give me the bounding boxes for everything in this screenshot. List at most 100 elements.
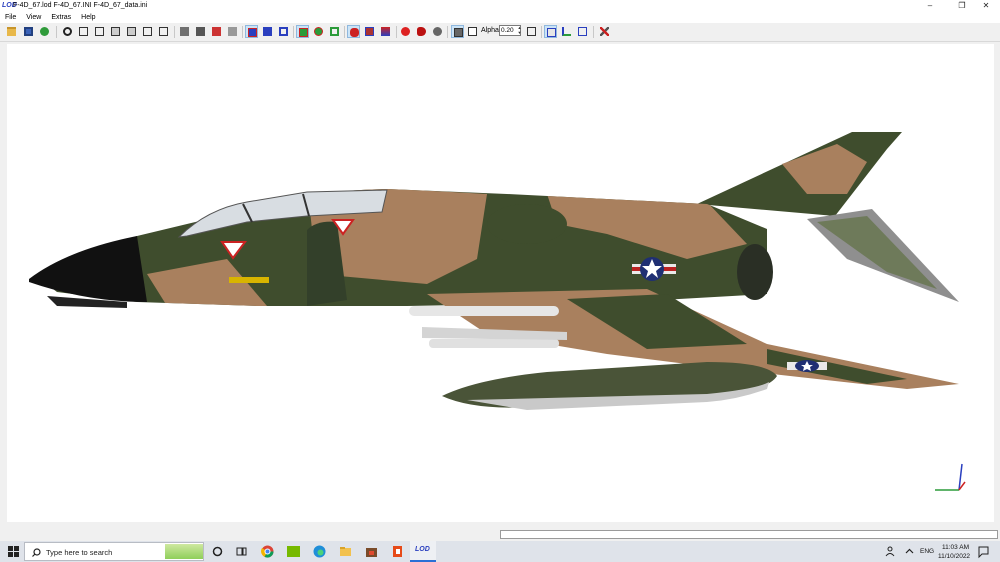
solid-dark-button[interactable] bbox=[194, 25, 207, 38]
green-cube-icon bbox=[314, 27, 323, 36]
view-bottom-button[interactable] bbox=[157, 25, 170, 38]
window-title: F-4D_67.lod F-4D_67.INI F-4D_67_data.ini bbox=[13, 2, 148, 9]
transparent-cube-button[interactable] bbox=[544, 25, 557, 38]
red-shape-2-button[interactable] bbox=[415, 25, 428, 38]
red-object-2-button[interactable] bbox=[363, 25, 376, 38]
toolbar-separator bbox=[56, 26, 57, 38]
wireframe-cube-icon bbox=[159, 27, 168, 36]
view-back-button[interactable] bbox=[93, 25, 106, 38]
blue-mode-1-button[interactable] bbox=[245, 25, 258, 38]
alpha-spinner[interactable]: ▲ ▼ bbox=[517, 25, 522, 36]
office-icon[interactable] bbox=[390, 544, 405, 559]
red-shape-icon bbox=[417, 27, 426, 36]
transparent-cube-icon bbox=[547, 28, 556, 37]
view-top-button[interactable] bbox=[141, 25, 154, 38]
close-button[interactable]: ✕ bbox=[972, 0, 1000, 12]
toolbar-separator bbox=[541, 26, 542, 38]
menu-help[interactable]: Help bbox=[76, 12, 100, 21]
minimize-button[interactable]: – bbox=[916, 0, 944, 12]
texture-icon bbox=[40, 27, 49, 36]
wireframe-cube-icon bbox=[79, 27, 88, 36]
toolbar-separator bbox=[242, 26, 243, 38]
clock-time[interactable]: 11:03 AM bbox=[942, 544, 969, 551]
green-mode-1-button[interactable] bbox=[296, 25, 309, 38]
solid-gray-button[interactable] bbox=[178, 25, 191, 38]
zoom-icon bbox=[63, 27, 72, 36]
menu-file[interactable]: File bbox=[0, 12, 21, 21]
solid-cube-icon bbox=[196, 27, 205, 36]
white-cube-button[interactable] bbox=[466, 25, 479, 38]
save-button[interactable] bbox=[22, 25, 35, 38]
lod-app-taskbar-button[interactable]: LOD bbox=[410, 541, 436, 562]
file-explorer-icon[interactable] bbox=[338, 544, 353, 559]
wireframe-cube-icon bbox=[95, 27, 104, 36]
settings-tools-button[interactable] bbox=[598, 25, 611, 38]
gray-shape-icon bbox=[433, 27, 442, 36]
spin-down-icon[interactable]: ▼ bbox=[517, 30, 522, 35]
menu-extras[interactable]: Extras bbox=[46, 12, 76, 21]
task-view-icon[interactable] bbox=[234, 544, 249, 559]
cube-arrow-icon bbox=[578, 27, 587, 36]
wireframe-cube-icon bbox=[111, 27, 120, 36]
store-icon[interactable] bbox=[364, 544, 379, 559]
toolbar-separator bbox=[593, 26, 594, 38]
nose-cone bbox=[29, 236, 147, 302]
normals-button[interactable] bbox=[576, 25, 589, 38]
solid-red-button[interactable] bbox=[210, 25, 223, 38]
red-shape-1-button[interactable] bbox=[399, 25, 412, 38]
red-object-3-button[interactable] bbox=[379, 25, 392, 38]
axes-button[interactable] bbox=[560, 25, 573, 38]
blue-mode-2-button[interactable] bbox=[261, 25, 274, 38]
taskbar: Type here to search LOD ENG 11:03 AM 11/… bbox=[0, 541, 1000, 562]
edge-icon[interactable] bbox=[312, 544, 327, 559]
solid-light-button[interactable] bbox=[226, 25, 239, 38]
toolbar-separator bbox=[293, 26, 294, 38]
texture-button[interactable] bbox=[38, 25, 51, 38]
search-highlight-image bbox=[165, 544, 203, 559]
lod-app-icon: LOD bbox=[415, 546, 430, 553]
chrome-icon[interactable] bbox=[260, 544, 275, 559]
outline-cube-icon bbox=[468, 27, 477, 36]
taskbar-search[interactable]: Type here to search bbox=[24, 542, 204, 561]
blue-cube-icon bbox=[248, 28, 257, 37]
view-front-button[interactable] bbox=[77, 25, 90, 38]
menu-view[interactable]: View bbox=[21, 12, 46, 21]
model-viewport[interactable] bbox=[7, 44, 994, 522]
toolbar-separator bbox=[174, 26, 175, 38]
red-cube-icon bbox=[212, 27, 221, 36]
zoom-button[interactable] bbox=[61, 25, 74, 38]
windows-start-icon[interactable] bbox=[8, 546, 19, 557]
green-mode-2-button[interactable] bbox=[312, 25, 325, 38]
toolbar-separator bbox=[344, 26, 345, 38]
cortana-icon[interactable] bbox=[210, 544, 225, 559]
shaded-cube-button[interactable] bbox=[451, 25, 464, 38]
search-placeholder: Type here to search bbox=[46, 548, 113, 557]
notification-icon[interactable] bbox=[976, 544, 991, 559]
open-file-button[interactable] bbox=[5, 25, 18, 38]
people-icon[interactable] bbox=[884, 544, 899, 559]
clock-date[interactable]: 11/10/2022 bbox=[938, 553, 970, 560]
chevron-up-icon[interactable] bbox=[902, 544, 917, 559]
box-icon bbox=[527, 27, 536, 36]
shaded-cube-icon bbox=[454, 28, 463, 37]
blue-cube-icon bbox=[279, 27, 288, 36]
missile-upper bbox=[409, 306, 559, 316]
language-indicator[interactable]: ENG bbox=[920, 548, 934, 555]
aircraft-model bbox=[29, 132, 966, 491]
nvidia-icon[interactable] bbox=[286, 544, 301, 559]
bounding-box-button[interactable] bbox=[525, 25, 538, 38]
alpha-label: Alpha: bbox=[481, 27, 501, 34]
wrench-screwdriver-icon bbox=[600, 27, 609, 36]
green-cube-icon bbox=[330, 27, 339, 36]
floppy-icon bbox=[24, 27, 33, 36]
axes-icon bbox=[562, 27, 571, 36]
axis-gizmo bbox=[935, 463, 966, 491]
green-mode-3-button[interactable] bbox=[328, 25, 341, 38]
red-object-1-button[interactable] bbox=[347, 25, 360, 38]
view-left-button[interactable] bbox=[109, 25, 122, 38]
gray-shape-button[interactable] bbox=[431, 25, 444, 38]
red-object-icon bbox=[350, 28, 359, 37]
solid-cube-icon bbox=[228, 27, 237, 36]
blue-mode-3-button[interactable] bbox=[277, 25, 290, 38]
view-right-button[interactable] bbox=[125, 25, 138, 38]
